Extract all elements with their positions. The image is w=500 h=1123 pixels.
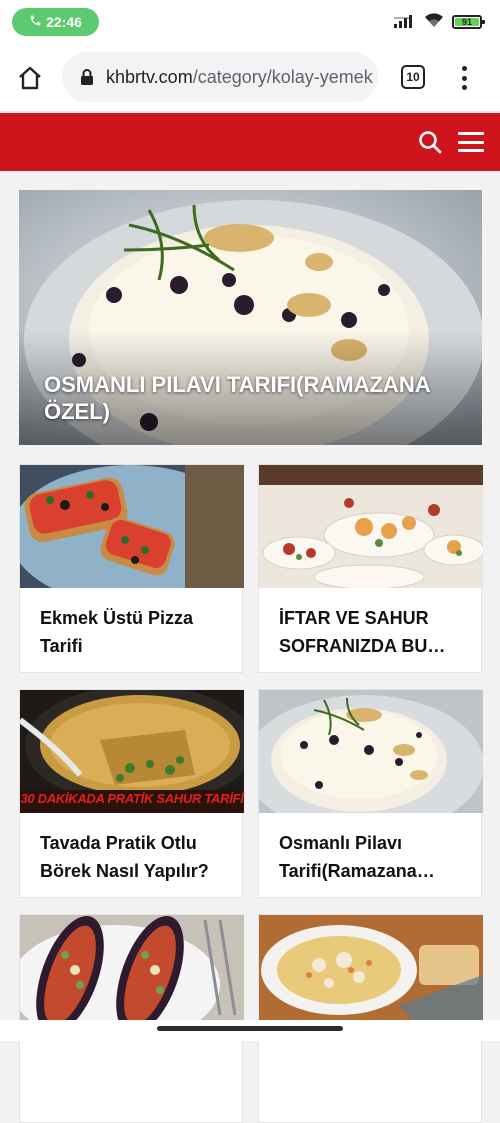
article-title[interactable]: Tavada Pratik Otlu Börek Nasıl Yapılır? bbox=[20, 813, 242, 897]
browser-toolbar: khbrtv.com/category/kolay-yemek 10 bbox=[0, 44, 500, 112]
wifi-icon bbox=[424, 12, 444, 33]
site-header bbox=[0, 113, 500, 171]
site-menu-button[interactable] bbox=[458, 132, 484, 152]
thumbnail-caption: 30 DAKİKADA PRATİK SAHUR TARİFİ bbox=[20, 791, 244, 806]
browser-menu-button[interactable] bbox=[454, 64, 474, 92]
lock-icon bbox=[81, 69, 93, 85]
home-icon bbox=[19, 66, 41, 90]
tab-count: 10 bbox=[406, 70, 420, 84]
status-bar: 22:46 91 bbox=[0, 0, 500, 44]
home-button[interactable] bbox=[14, 62, 46, 94]
featured-title[interactable]: OSMANLI PILAVI TARIFI(RAMAZANA ÖZEL) bbox=[44, 371, 454, 425]
more-vert-icon bbox=[461, 66, 467, 71]
address-bar[interactable]: khbrtv.com/category/kolay-yemek bbox=[62, 52, 378, 102]
article-card[interactable] bbox=[258, 914, 483, 1123]
article-thumbnail bbox=[259, 690, 483, 813]
phone-icon bbox=[29, 14, 42, 30]
signal-icon bbox=[394, 12, 416, 33]
article-card[interactable]: Osmanlı Pilavı Tarifi(Ramazana… bbox=[258, 689, 483, 898]
article-title[interactable]: İFTAR VE SAHUR SOFRANIZDA BU… bbox=[259, 588, 481, 672]
url-domain: khbrtv.com bbox=[106, 66, 193, 87]
article-thumbnail bbox=[20, 465, 244, 588]
article-card[interactable]: Ekmek Üstü Pizza Tarifi bbox=[19, 464, 244, 673]
article-title[interactable] bbox=[259, 1038, 481, 1122]
article-card[interactable] bbox=[19, 914, 244, 1123]
call-timer: 22:46 bbox=[46, 14, 82, 30]
url-path: /category/kolay-yemek bbox=[192, 66, 373, 87]
article-card[interactable]: 30 DAKİKADA PRATİK SAHUR TARİFİ Tavada P… bbox=[19, 689, 244, 898]
url-text: khbrtv.com/category/kolay-yemek bbox=[106, 67, 373, 88]
home-indicator[interactable] bbox=[157, 1026, 343, 1031]
ongoing-call-pill[interactable]: 22:46 bbox=[12, 8, 99, 36]
article-thumbnail bbox=[259, 465, 483, 588]
battery-level: 91 bbox=[461, 17, 472, 27]
site-search-button[interactable] bbox=[417, 129, 443, 155]
article-title[interactable]: Ekmek Üstü Pizza Tarifi bbox=[20, 588, 242, 672]
search-icon bbox=[419, 131, 442, 154]
hamburger-icon bbox=[458, 132, 484, 135]
article-title[interactable]: Osmanlı Pilavı Tarifi(Ramazana… bbox=[259, 813, 481, 897]
battery-icon: 91 bbox=[452, 15, 485, 29]
featured-article[interactable]: OSMANLI PILAVI TARIFI(RAMAZANA ÖZEL) bbox=[19, 190, 482, 445]
article-card[interactable]: İFTAR VE SAHUR SOFRANIZDA BU… bbox=[258, 464, 483, 673]
tab-switcher-button[interactable]: 10 bbox=[401, 65, 425, 89]
article-title[interactable] bbox=[20, 1038, 242, 1122]
